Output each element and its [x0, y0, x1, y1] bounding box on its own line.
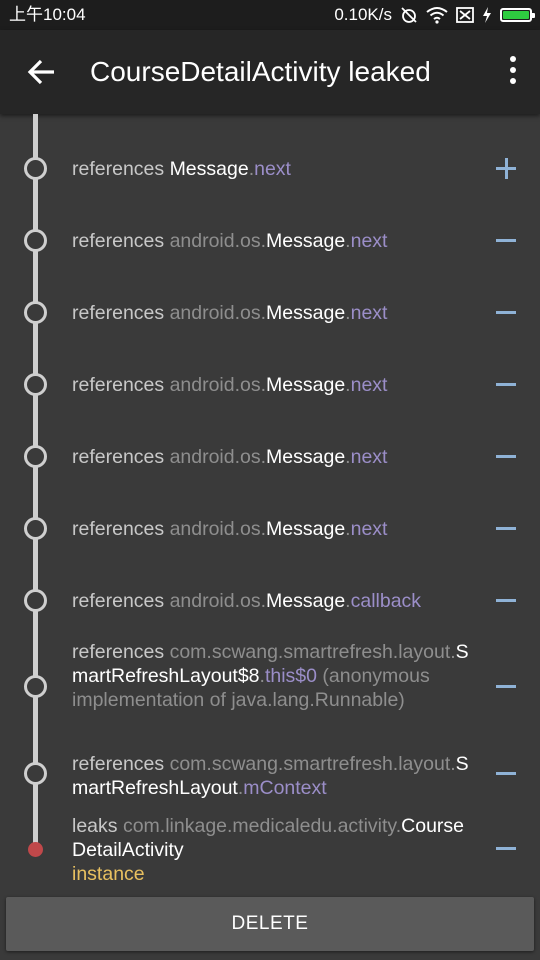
class-name: Message	[266, 230, 346, 252]
trace-spine	[33, 114, 38, 850]
trace-node	[24, 373, 47, 396]
ref-label: references	[72, 302, 165, 324]
trace-row-text: references android.os.Message.next	[72, 517, 472, 541]
sim-off-icon	[456, 7, 474, 23]
status-bar: 上午10:04 0.10K/s	[0, 0, 540, 30]
ref-label: references	[72, 158, 165, 180]
field-name: next	[254, 158, 291, 180]
class-name: Message	[169, 158, 249, 180]
trace-row-text: references com.scwang.smartrefresh.layou…	[72, 640, 472, 712]
trace-row-text: references android.os.Message.next	[72, 229, 472, 253]
trace-node	[24, 589, 47, 612]
field-name: next	[350, 518, 388, 540]
ref-label: references	[72, 753, 165, 775]
trace-node	[24, 517, 47, 540]
collapse-minus-icon[interactable]	[496, 838, 518, 860]
status-time: 上午10:04	[9, 5, 86, 24]
trace-row-text: references android.os.Message.callback	[72, 589, 472, 613]
leak-row-text: leaks com.linkage.medicaledu.activity.Co…	[72, 814, 472, 886]
collapse-minus-icon[interactable]	[496, 302, 518, 324]
class-name: Message	[266, 302, 346, 324]
leak-marker	[28, 842, 43, 857]
class-name: Message	[266, 374, 346, 396]
trace-row-text: references android.os.Message.next	[72, 301, 472, 325]
app-toolbar: CourseDetailActivity leaked	[0, 30, 540, 114]
arrow-left-icon[interactable]	[22, 52, 62, 92]
ref-label: references	[72, 641, 165, 663]
status-icons: 0.10K/s	[334, 0, 535, 30]
collapse-minus-icon[interactable]	[496, 446, 518, 468]
battery-icon	[500, 8, 535, 22]
field-name: this$0	[264, 665, 317, 687]
field-name: callback	[350, 590, 422, 612]
ref-label: references	[72, 230, 165, 252]
trace-row-text: references Message.next	[72, 157, 472, 181]
class-name: Message	[266, 518, 346, 540]
ref-label: references	[72, 518, 165, 540]
trace-node	[24, 675, 47, 698]
network-speed: 0.10K/s	[334, 5, 392, 24]
trace-row-text: references android.os.Message.next	[72, 373, 472, 397]
trace-node	[24, 762, 47, 785]
field-name: next	[350, 374, 388, 396]
class-name: Message	[266, 590, 346, 612]
overflow-menu-icon[interactable]	[506, 56, 520, 88]
package-name: com.scwang.smartrefresh.layout.	[169, 641, 456, 663]
ref-label: references	[72, 590, 165, 612]
collapse-minus-icon[interactable]	[496, 518, 518, 540]
field-name: mContext	[243, 777, 327, 799]
collapse-minus-icon[interactable]	[496, 230, 518, 252]
ref-label: references	[72, 446, 165, 468]
package-name: com.scwang.smartrefresh.layout.	[169, 753, 456, 775]
trace-row-text: references com.scwang.smartrefresh.layou…	[72, 752, 472, 800]
field-name: next	[350, 446, 388, 468]
field-name: next	[350, 302, 388, 324]
alarm-off-icon	[401, 7, 417, 23]
package-name: android.os.	[169, 590, 267, 612]
page-title: CourseDetailActivity leaked	[90, 56, 431, 87]
trace-node	[24, 157, 47, 180]
wifi-icon	[426, 7, 448, 24]
trace-row-text: references android.os.Message.next	[72, 445, 472, 469]
charging-icon	[483, 7, 491, 23]
trace-node	[24, 229, 47, 252]
trace-node	[24, 445, 47, 468]
package-name: android.os.	[169, 302, 267, 324]
leak-label: leaks	[72, 815, 118, 837]
collapse-minus-icon[interactable]	[496, 676, 518, 698]
package-name: android.os.	[169, 518, 267, 540]
collapse-minus-icon[interactable]	[496, 763, 518, 785]
trace-node	[24, 301, 47, 324]
package-name: android.os.	[169, 374, 267, 396]
expand-plus-icon[interactable]	[496, 158, 518, 180]
class-name: Message	[266, 446, 346, 468]
package-name: android.os.	[169, 230, 267, 252]
delete-button[interactable]: DELETE	[6, 897, 534, 951]
leak-trace: references Message.next references andro…	[0, 114, 540, 894]
package-name: android.os.	[169, 446, 267, 468]
field-name: next	[350, 230, 388, 252]
instance-label: instance	[72, 863, 145, 885]
collapse-minus-icon[interactable]	[496, 374, 518, 396]
package-name: com.linkage.medicaledu.activity.	[122, 815, 402, 837]
collapse-minus-icon[interactable]	[496, 590, 518, 612]
ref-label: references	[72, 374, 165, 396]
